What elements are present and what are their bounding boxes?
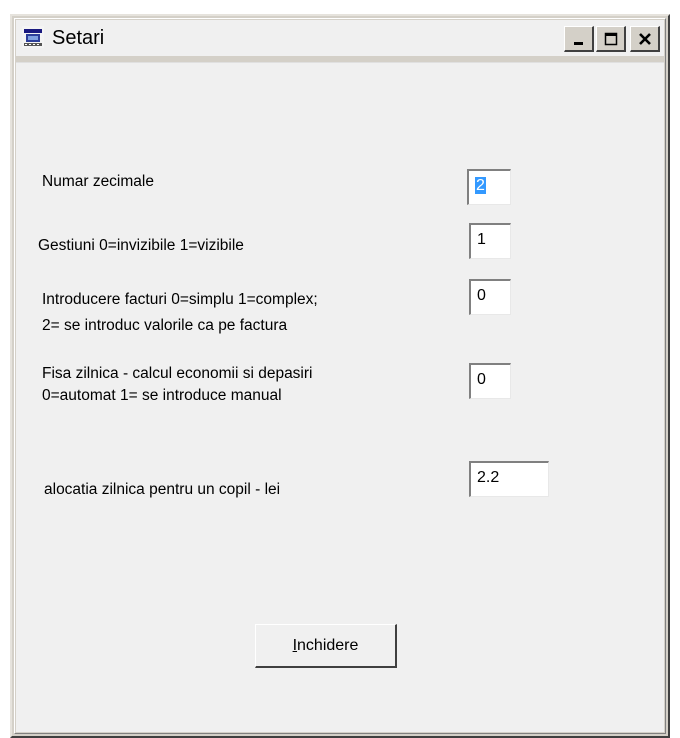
maximize-button[interactable] [596, 26, 626, 52]
gestiuni-label: Gestiuni 0=invizibile 1=vizibile [38, 237, 244, 254]
decimals-value: 2 [475, 177, 486, 194]
facturi-value: 0 [477, 287, 486, 304]
minimize-icon [573, 41, 583, 45]
fisa-label-line1: Fisa zilnica - calcul economii si depasi… [42, 365, 313, 382]
inchidere-button[interactable]: Inchidere [255, 624, 397, 668]
gestiuni-value: 1 [477, 231, 486, 248]
settings-window: Setari Numar zecimale 2 Gestiuni 0=inviz… [10, 14, 670, 738]
alocatie-value: 2.2 [477, 469, 500, 486]
decimals-label: Numar zecimale [42, 173, 154, 190]
facturi-field[interactable]: 0 [469, 279, 511, 315]
alocatie-label: alocatia zilnica pentru un copil - lei [44, 481, 281, 498]
maximize-icon [604, 32, 617, 45]
title-bar[interactable]: Setari [16, 20, 664, 56]
minimize-button[interactable] [564, 26, 594, 52]
close-window-button[interactable] [630, 26, 660, 52]
inchidere-label: nchidere [297, 636, 359, 654]
fisa-value: 0 [477, 371, 486, 388]
fisa-label-line2: 0=automat 1= se introduce manual [42, 387, 282, 404]
app-icon[interactable] [22, 26, 44, 48]
fisa-field[interactable]: 0 [469, 363, 511, 399]
decimals-field[interactable]: 2 [467, 169, 511, 205]
facturi-label-line1: Introducere facturi 0=simplu 1=complex; [42, 291, 318, 308]
window-title: Setari [52, 27, 105, 49]
alocatie-field[interactable]: 2.2 [469, 461, 549, 497]
gestiuni-field[interactable]: 1 [469, 223, 511, 259]
facturi-label-line2: 2= se introduc valorile ca pe factura [42, 317, 288, 334]
close-icon [638, 32, 651, 45]
